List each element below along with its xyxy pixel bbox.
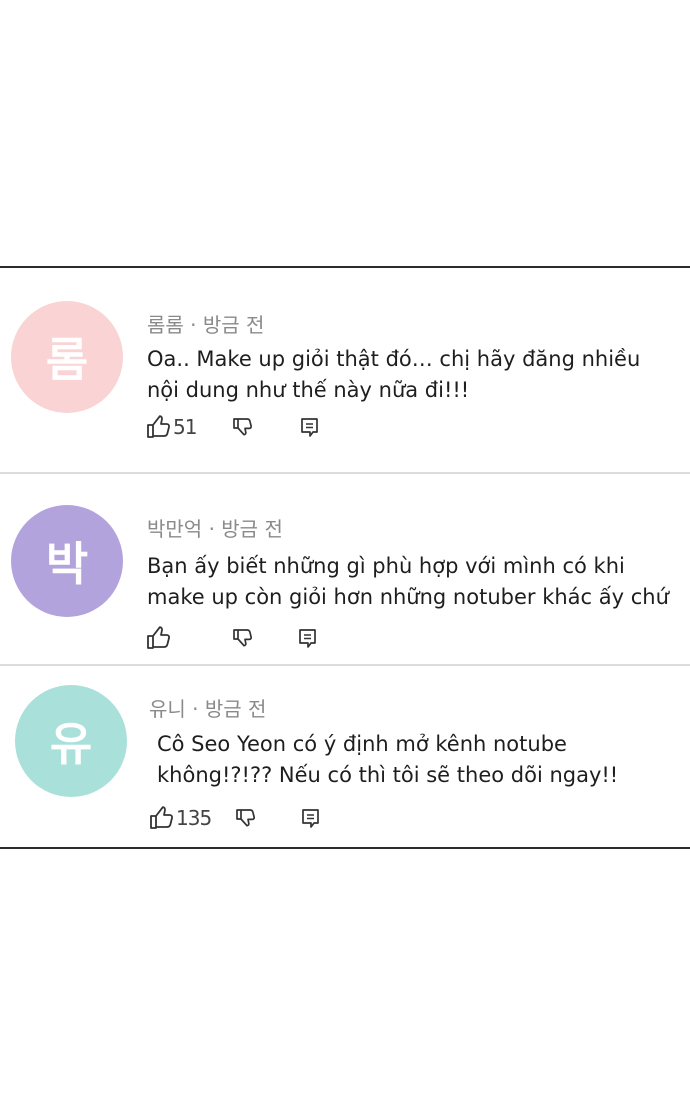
meta-separator: ·	[208, 517, 222, 541]
meta-separator: ·	[192, 697, 205, 721]
like-button[interactable]	[145, 625, 173, 651]
avatar[interactable]: 유	[15, 685, 127, 797]
avatar-initial: 유	[49, 717, 93, 771]
meta-separator: ·	[190, 313, 203, 337]
like-count: 135	[176, 806, 212, 830]
author-name[interactable]: 유니	[149, 697, 186, 721]
author-name[interactable]: 박만억	[147, 517, 202, 541]
comment-line: không!?!?? Nếu có thì tôi sẽ theo dõi ng…	[157, 763, 619, 787]
thumbs-up-icon	[145, 414, 171, 440]
comment-line: make up còn giỏi hơn những notuber khác …	[147, 585, 669, 609]
comment-text: Bạn ấy biết những gì phù hợp với mình có…	[147, 551, 669, 613]
timestamp: 방금 전	[204, 697, 267, 721]
avatar-initial: 롬	[45, 333, 89, 387]
comment-meta: 유니 · 방금 전	[149, 693, 266, 722]
comment-text: Cô Seo Yeon có ý định mở kênh notube khô…	[157, 729, 618, 791]
dislike-button[interactable]	[231, 414, 255, 440]
comment-text: Oa.. Make up giỏi thật đó… chị hãy đăng …	[147, 344, 640, 406]
like-button[interactable]: 135	[148, 805, 212, 831]
comment-meta: 박만억 · 방금 전	[147, 513, 283, 542]
comment-line: Cô Seo Yeon có ý định mở kênh notube	[157, 732, 567, 756]
reply-button[interactable]	[297, 625, 319, 651]
comment-divider	[0, 664, 690, 666]
comment-line: Bạn ấy biết những gì phù hợp với mình có…	[147, 554, 625, 578]
bottom-divider	[0, 847, 690, 849]
dislike-button[interactable]	[234, 805, 258, 831]
dislike-button[interactable]	[231, 625, 255, 651]
comment-divider	[0, 472, 690, 474]
comment-meta: 롬롬 · 방금 전	[147, 309, 264, 338]
timestamp: 방금 전	[221, 517, 283, 541]
thumbs-down-icon	[231, 415, 255, 439]
comment-line: Oa.. Make up giỏi thật đó… chị hãy đăng …	[147, 347, 641, 371]
thumbs-up-icon	[148, 805, 174, 831]
reply-button[interactable]	[300, 805, 322, 831]
like-button[interactable]: 51	[145, 414, 197, 440]
thumbs-up-icon	[145, 625, 171, 651]
thumbs-down-icon	[231, 626, 255, 650]
timestamp: 방금 전	[202, 313, 265, 337]
avatar-initial: 박	[45, 537, 89, 591]
avatar[interactable]: 롬	[11, 301, 123, 413]
thumbs-down-icon	[234, 806, 258, 830]
author-name[interactable]: 롬롬	[147, 313, 184, 337]
like-count: 51	[173, 415, 197, 439]
avatar[interactable]: 박	[11, 505, 123, 617]
comment-line: nội dung như thế này nữa đi!!!	[147, 378, 470, 402]
reply-button[interactable]	[299, 414, 321, 440]
reply-icon	[299, 415, 321, 439]
reply-icon	[300, 806, 322, 830]
top-divider	[0, 266, 690, 268]
reply-icon	[297, 626, 319, 650]
